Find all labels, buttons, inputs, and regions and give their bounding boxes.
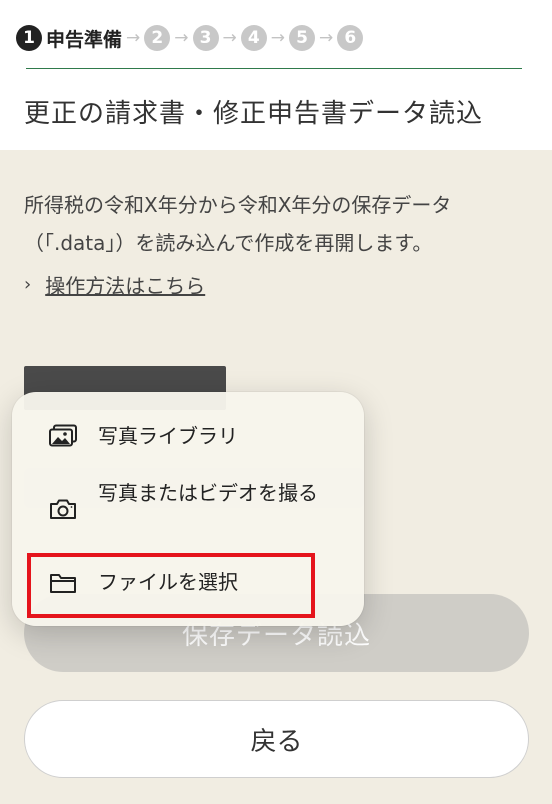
back-button[interactable]: 戻る [24, 700, 529, 778]
step-number: 5 [289, 25, 316, 51]
photo-library-icon [48, 423, 78, 449]
step-arrow: → [270, 28, 286, 48]
step-arrow: → [319, 28, 334, 48]
step-arrow: → [126, 28, 141, 48]
menu-item-take-photo[interactable]: 写真またはビデオを撮る [12, 474, 364, 540]
step-number: 6 [337, 25, 364, 51]
highlight-box [27, 553, 315, 618]
step-arrow: → [222, 28, 237, 48]
menu-item-photo-library[interactable]: 写真ライブラリ [12, 416, 364, 456]
step-number: 4 [240, 25, 267, 51]
menu-item-label: 写真ライブラリ [98, 424, 238, 448]
step-number: 3 [192, 25, 219, 51]
header-divider [26, 68, 522, 69]
howto-link-label: 操作方法はこちら [45, 274, 206, 298]
step-arrow: → [174, 28, 189, 48]
step-number: 2 [144, 25, 171, 51]
page-title: 更正の請求書・修正申告書データ読込 [24, 99, 484, 129]
step-number-current: 1 [16, 25, 42, 51]
menu-item-label: 写真またはビデオを撮る [98, 481, 318, 505]
howto-link[interactable]: › 操作方法はこちら [24, 270, 205, 299]
description-text: 所得税の令和X年分から令和X年分の保存データ（「.data」）を読み込んで作成を… [24, 193, 452, 255]
chevron-right-icon: › [24, 274, 32, 295]
camera-icon [48, 496, 78, 522]
step-current: 1 申告準備 [16, 25, 122, 52]
step-current-label: 申告準備 [46, 28, 123, 51]
step-indicator: 1 申告準備 → 2 → 3 → 4 → 5 → 6 [16, 22, 364, 54]
